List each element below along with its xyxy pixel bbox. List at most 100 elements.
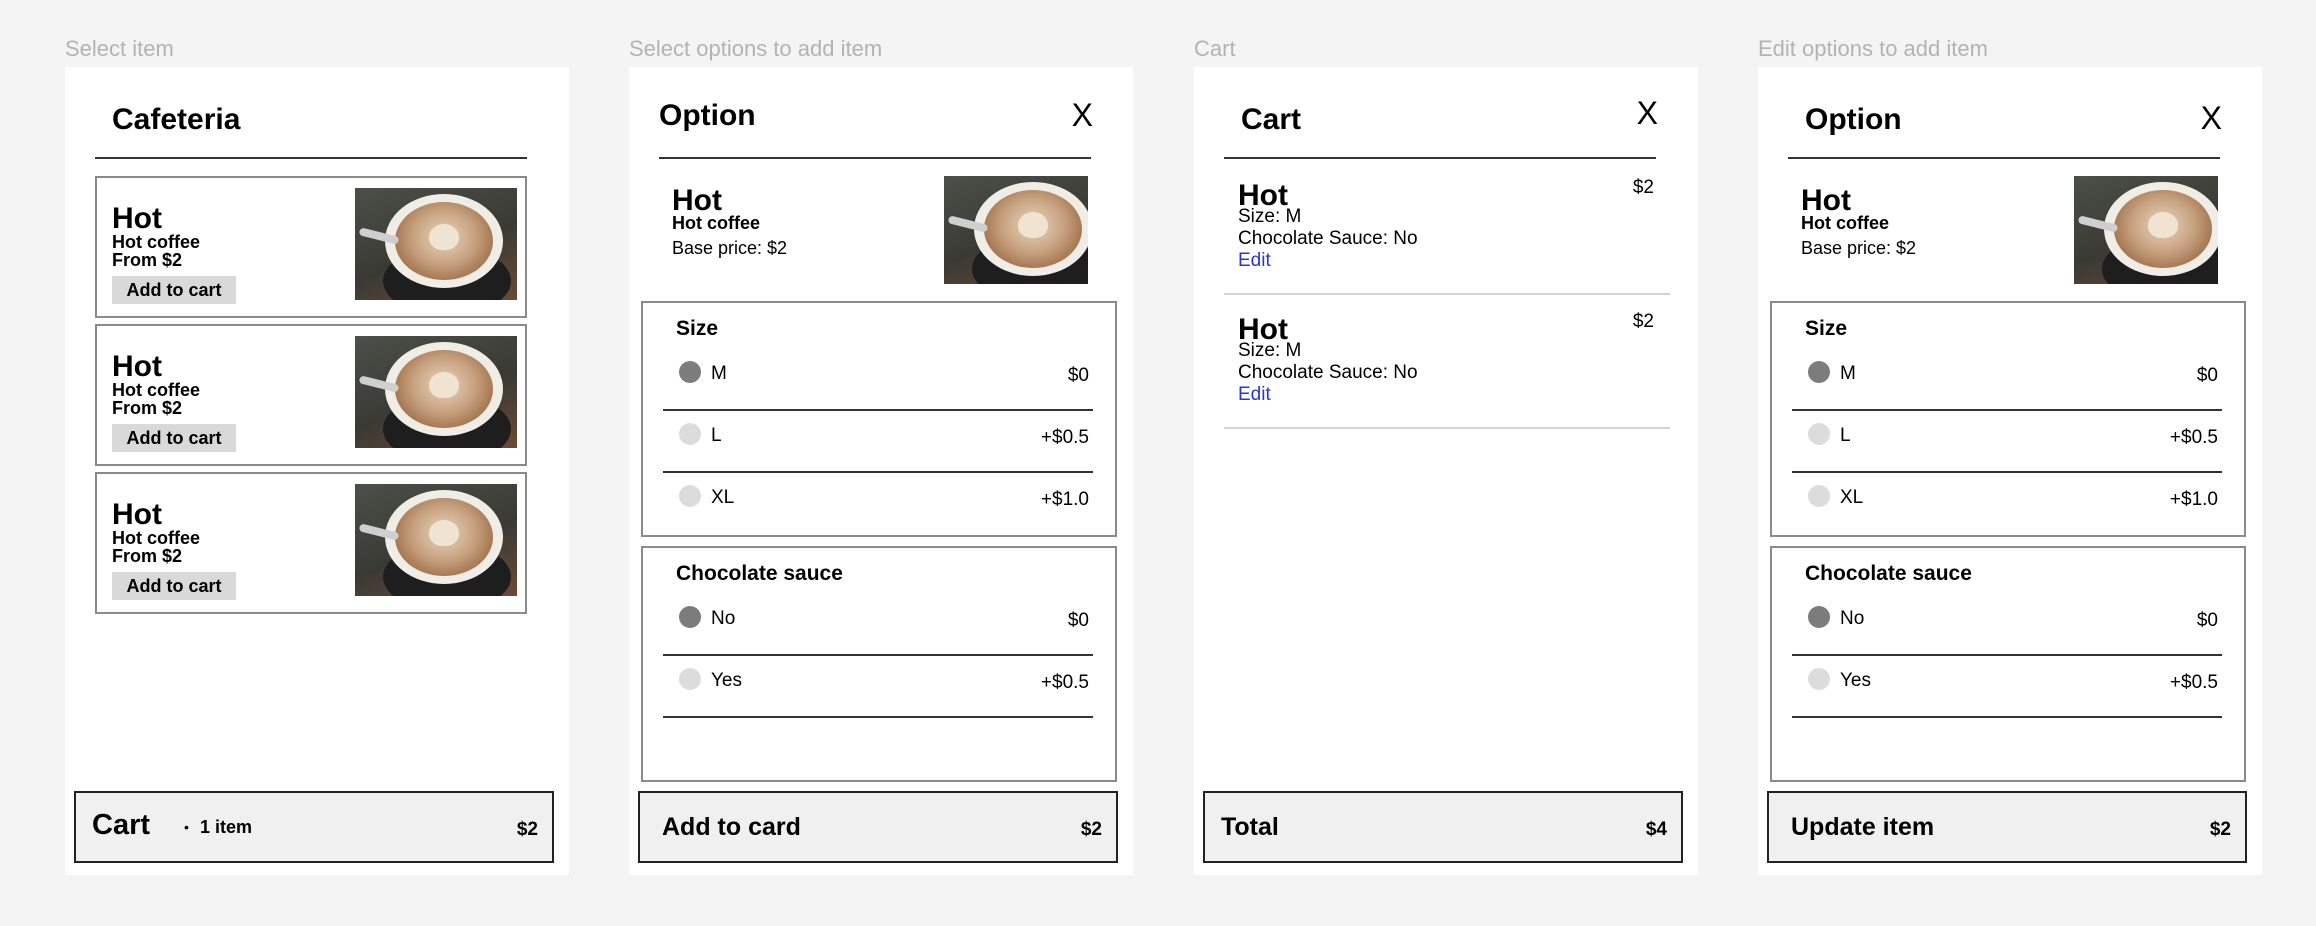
option-price: $0 [1067, 610, 1089, 631]
close-icon[interactable]: X [1072, 97, 1093, 134]
option-row[interactable]: No $0 [1792, 594, 2222, 656]
cart-entry: Hot $2 Size: M Chocolate Sauce: No Edit [1224, 295, 1670, 429]
group-title: Chocolate sauce [676, 562, 843, 585]
cart-bar-label: Cart [92, 809, 151, 841]
radio-icon[interactable] [679, 668, 701, 690]
option-row[interactable]: M $0 [663, 349, 1093, 411]
entry-price: $2 [1632, 311, 1654, 332]
option-row[interactable]: XL +$1.0 [663, 473, 1093, 535]
option-label: XL [711, 487, 735, 508]
header-divider [1788, 157, 2220, 159]
coffee-image [355, 188, 517, 300]
cart-bar-price: $2 [516, 819, 538, 840]
option-row[interactable]: L +$0.5 [663, 411, 1093, 473]
bar-label: Add to card [662, 813, 801, 841]
option-price: +$0.5 [1040, 427, 1089, 448]
bar-price: $2 [1080, 819, 1102, 840]
radio-icon[interactable] [679, 485, 701, 507]
entry-size: Size: M [1238, 340, 1302, 361]
option-label: Yes [1840, 670, 1871, 691]
frame-label-select-item: Select item [65, 36, 174, 61]
cart-bar[interactable]: Cart • 1 item $2 [74, 791, 554, 863]
base-price: Base price: $2 [1801, 238, 1917, 258]
option-price: $0 [2196, 365, 2218, 386]
option-row[interactable]: M $0 [1792, 349, 2222, 411]
page-title: Option [1805, 103, 1902, 136]
radio-icon[interactable] [1808, 606, 1830, 628]
entry-size: Size: M [1238, 206, 1302, 227]
option-row[interactable]: Yes +$0.5 [663, 656, 1093, 718]
option-label: L [1840, 425, 1851, 446]
frame-label-edit-options: Edit options to add item [1758, 36, 1988, 61]
add-to-cart-button[interactable]: Add to cart [112, 424, 236, 452]
radio-icon[interactable] [679, 361, 701, 383]
option-price: +$1.0 [2169, 489, 2218, 510]
size-option-group: Size M $0 L +$0.5 XL +$1.0 [1770, 301, 2246, 537]
option-price: $0 [1067, 365, 1089, 386]
page-title: Option [659, 99, 756, 132]
base-price: Base price: $2 [672, 238, 788, 258]
close-icon[interactable]: X [1637, 95, 1658, 132]
option-price: $0 [2196, 610, 2218, 631]
item-name: Hot [112, 350, 162, 383]
option-row[interactable]: No $0 [663, 594, 1093, 656]
cart-entry: Hot $2 Size: M Chocolate Sauce: No Edit [1224, 161, 1670, 295]
option-row[interactable]: Yes +$0.5 [1792, 656, 2222, 718]
add-to-cart-button[interactable]: Add to cart [112, 276, 236, 304]
option-row[interactable]: XL +$1.0 [1792, 473, 2222, 535]
page-title: Cafeteria [112, 103, 241, 136]
radio-icon[interactable] [1808, 668, 1830, 690]
edit-link[interactable]: Edit [1238, 250, 1271, 272]
option-label: Yes [711, 670, 742, 691]
total-label: Total [1221, 813, 1279, 841]
item-from-price: From $2 [112, 398, 183, 418]
radio-icon[interactable] [679, 606, 701, 628]
total-price: $4 [1645, 819, 1667, 840]
coffee-image [355, 336, 517, 448]
header-divider [659, 157, 1091, 159]
header-divider [95, 157, 527, 159]
entry-sauce: Chocolate Sauce: No [1238, 228, 1418, 249]
add-to-cart-button[interactable]: Add to cart [112, 572, 236, 600]
coffee-image [944, 176, 1088, 284]
header-divider [1224, 157, 1656, 159]
radio-icon[interactable] [1808, 423, 1830, 445]
option-label: No [1840, 608, 1865, 629]
close-icon[interactable]: X [2201, 100, 2222, 137]
group-title: Size [676, 317, 719, 340]
chocolate-sauce-option-group: Chocolate sauce No $0 Yes +$0.5 [641, 546, 1117, 782]
menu-card[interactable]: Hot Hot coffee From $2 Add to cart [95, 472, 527, 614]
add-to-card-button[interactable]: Add to card $2 [638, 791, 1118, 863]
radio-icon[interactable] [1808, 361, 1830, 383]
size-option-group: Size M $0 L +$0.5 XL +$1.0 [641, 301, 1117, 537]
total-bar[interactable]: Total $4 [1203, 791, 1683, 863]
option-price: +$0.5 [2169, 427, 2218, 448]
coffee-image [355, 484, 517, 596]
menu-screen: Cafeteria Hot Hot coffee From $2 Add to … [65, 67, 569, 875]
item-from-price: From $2 [112, 250, 183, 270]
cart-screen: Cart X Hot $2 Size: M Chocolate Sauce: N… [1194, 67, 1698, 875]
option-price: +$1.0 [1040, 489, 1089, 510]
edit-option-screen: Option X Hot Hot coffee Base price: $2 S… [1758, 67, 2262, 875]
bar-label: Update item [1791, 813, 1935, 841]
option-label: M [1840, 363, 1856, 384]
chocolate-sauce-option-group: Chocolate sauce No $0 Yes +$0.5 [1770, 546, 2246, 782]
option-label: No [711, 608, 736, 629]
item-subtitle: Hot coffee [1801, 213, 1890, 233]
cart-item-count: 1 item [200, 817, 253, 837]
item-from-price: From $2 [112, 546, 183, 566]
radio-icon[interactable] [679, 423, 701, 445]
item-subtitle: Hot coffee [672, 213, 761, 233]
coffee-image [2074, 176, 2218, 284]
option-label: XL [1840, 487, 1864, 508]
radio-icon[interactable] [1808, 485, 1830, 507]
update-item-button[interactable]: Update item $2 [1767, 791, 2247, 863]
frame-label-cart: Cart [1194, 36, 1236, 61]
option-label: M [711, 363, 727, 384]
option-row[interactable]: L +$0.5 [1792, 411, 2222, 473]
option-label: L [711, 425, 722, 446]
edit-link[interactable]: Edit [1238, 384, 1271, 406]
menu-card[interactable]: Hot Hot coffee From $2 Add to cart [95, 324, 527, 466]
frame-label-select-options: Select options to add item [629, 36, 883, 61]
menu-card[interactable]: Hot Hot coffee From $2 Add to cart [95, 176, 527, 318]
